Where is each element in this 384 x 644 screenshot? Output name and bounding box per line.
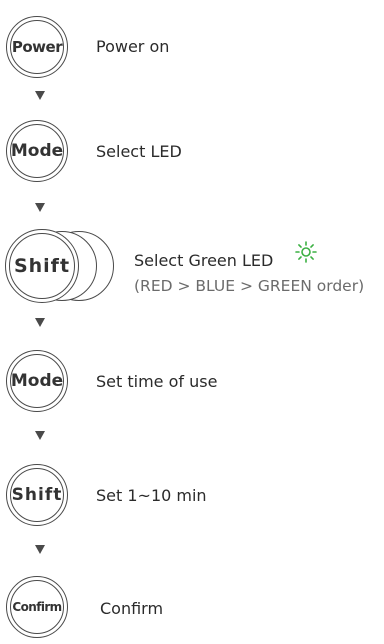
- mode-button-label: Mode: [10, 354, 64, 408]
- step-set-minutes-text: Set 1~10 min: [96, 486, 207, 505]
- down-arrow-icon: [35, 91, 45, 100]
- step-confirm-text: Confirm: [100, 599, 164, 618]
- down-arrow-icon: [35, 545, 45, 554]
- step-select-led-text: Select LED: [96, 142, 182, 161]
- shift-button-label: Shift: [9, 233, 75, 299]
- down-arrow-icon: [35, 203, 45, 212]
- shift-button-label: Shift: [10, 468, 64, 522]
- shift-button: Shift: [5, 229, 79, 303]
- shift-button: Shift: [6, 464, 68, 526]
- step-order-note: (RED > BLUE > GREEN order): [134, 277, 365, 295]
- confirm-button-label: Confirm: [10, 580, 64, 634]
- down-arrow-icon: [35, 431, 45, 440]
- power-button: Power: [6, 16, 68, 78]
- mode-button-label: Mode: [10, 124, 64, 178]
- green-led-sun-icon: [295, 241, 317, 263]
- step-power-on-text: Power on: [96, 37, 170, 56]
- mode-button: Mode: [6, 120, 68, 182]
- mode-button: Mode: [6, 350, 68, 412]
- step-select-green-led-text: Select Green LED: [134, 251, 274, 270]
- power-button-label: Power: [10, 20, 64, 74]
- confirm-button: Confirm: [6, 576, 68, 638]
- step-set-time-text: Set time of use: [96, 372, 218, 391]
- down-arrow-icon: [35, 318, 45, 327]
